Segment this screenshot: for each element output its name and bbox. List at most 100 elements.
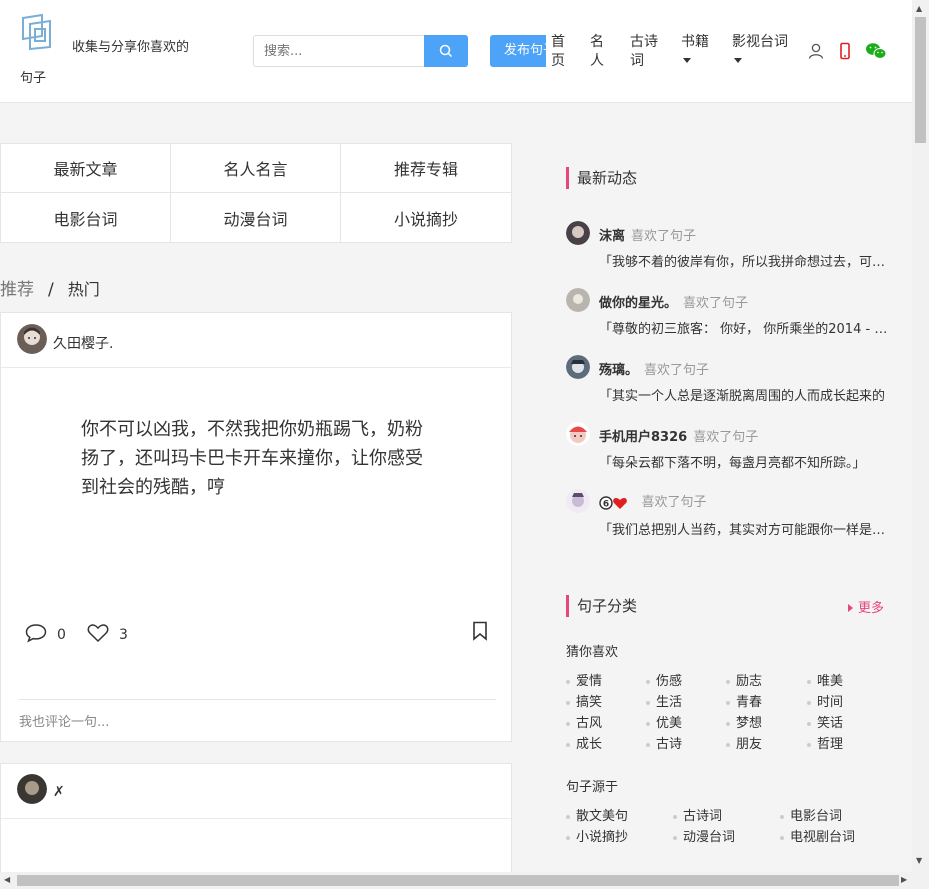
category-tag[interactable]: 笑话 bbox=[807, 712, 843, 731]
activity-quote[interactable]: 「尊敬的初三旅客： 你好， 你所乘坐的2014 - 2017 bbox=[599, 318, 889, 337]
activity-quote[interactable]: 「其实一个人总是逐渐脱离周围的人而成长起来的 bbox=[599, 385, 889, 404]
activity-user[interactable]: 殇璃。 bbox=[599, 363, 638, 378]
category-tag[interactable]: 朋友 bbox=[726, 733, 762, 752]
category-tag[interactable]: 爱情 bbox=[566, 670, 602, 689]
activity-quote[interactable]: 「我们总把别人当药，其实对方可能跟你一样是病人 bbox=[599, 519, 889, 538]
comment-input[interactable]: 我也评论一句... bbox=[19, 699, 496, 730]
category-tag[interactable]: 古风 bbox=[566, 712, 602, 731]
nav-home[interactable]: 首页 bbox=[551, 33, 567, 71]
search-button[interactable] bbox=[424, 35, 468, 67]
category-tag[interactable]: 励志 bbox=[726, 670, 762, 689]
category-tag[interactable]: 成长 bbox=[566, 733, 602, 752]
source-tag[interactable]: 古诗词 bbox=[673, 805, 722, 824]
activity-action: 喜欢了句子 bbox=[683, 296, 749, 311]
category-tag[interactable]: 优美 bbox=[646, 712, 682, 731]
more-label[interactable]: 更多 bbox=[858, 601, 884, 616]
avatar[interactable] bbox=[566, 288, 590, 312]
avatar[interactable] bbox=[17, 774, 47, 804]
latest-activity-title: 最新动态 bbox=[566, 167, 637, 189]
category-recommended-albums[interactable]: 推荐专辑 bbox=[341, 144, 511, 193]
scroll-up-arrow-icon[interactable]: ▲ bbox=[916, 4, 922, 13]
feed-tabs: 推荐 / 热门 bbox=[0, 275, 100, 300]
search-box bbox=[253, 35, 468, 67]
activity-user-name[interactable]: 6 喜欢了句子 bbox=[599, 491, 707, 511]
activity-action: 喜欢了句子 bbox=[631, 229, 697, 244]
source-tag[interactable]: 电影台词 bbox=[780, 805, 842, 824]
comment-count: 0 bbox=[57, 627, 66, 643]
activity-user[interactable]: 做你的星光。 bbox=[599, 296, 677, 311]
category-tag[interactable]: 搞笑 bbox=[566, 691, 602, 710]
search-icon bbox=[439, 44, 453, 58]
source-tag[interactable]: 小说摘抄 bbox=[566, 826, 628, 845]
scroll-right-arrow-icon[interactable]: ▶ bbox=[901, 875, 907, 884]
source-tag[interactable]: 电视剧台词 bbox=[780, 826, 855, 845]
like-count: 3 bbox=[119, 627, 128, 643]
sidebar: 最新动态 沫离喜欢了句子 「我够不着的彼岸有你，所以我拼命想过去，可以走的路 做… bbox=[545, 143, 912, 872]
nav-books[interactable]: 书籍 bbox=[681, 33, 713, 63]
activity-user-name[interactable]: 沫离 喜欢了句子 bbox=[599, 225, 696, 244]
source-tag[interactable]: 散文美句 bbox=[566, 805, 628, 824]
activity-quote[interactable]: 「我够不着的彼岸有你，所以我拼命想过去，可以走的路 bbox=[599, 251, 889, 270]
category-tag[interactable]: 梦想 bbox=[726, 712, 762, 731]
avatar[interactable] bbox=[566, 489, 590, 513]
card-author-name[interactable]: 久田樱子. bbox=[53, 333, 113, 353]
category-latest-articles[interactable]: 最新文章 bbox=[1, 144, 171, 193]
comment-icon[interactable] bbox=[25, 623, 47, 643]
bookmark-icon[interactable] bbox=[472, 621, 488, 641]
category-grid: 最新文章 名人名言 推荐专辑 电影台词 动漫台词 小说摘抄 bbox=[0, 143, 512, 243]
sentence-card: 久田樱子. 你不可以凶我，不然我把你奶瓶踢飞，奶粉扬了，还叫玛卡巴卡开车来撞你，… bbox=[0, 312, 512, 742]
vertical-scrollbar[interactable]: ▲ ▼ bbox=[912, 0, 929, 872]
category-movie-lines[interactable]: 电影台词 bbox=[1, 193, 171, 242]
horizontal-scroll-thumb[interactable] bbox=[17, 875, 899, 886]
svg-text:6: 6 bbox=[603, 499, 609, 509]
heart-icon[interactable] bbox=[87, 623, 109, 643]
category-famous-quotes[interactable]: 名人名言 bbox=[171, 144, 341, 193]
card-author-name[interactable]: ✗ bbox=[53, 784, 65, 800]
tab-separator: / bbox=[48, 280, 54, 300]
activity-user-name[interactable]: 殇璃。 喜欢了句子 bbox=[599, 359, 709, 378]
category-tag[interactable]: 青春 bbox=[726, 691, 762, 710]
sentence-text[interactable]: 你不可以凶我，不然我把你奶瓶踢飞，奶粉扬了，还叫玛卡巴卡开车来撞你，让你感受到社… bbox=[81, 415, 431, 502]
avatar[interactable] bbox=[17, 324, 47, 354]
activity-user-name[interactable]: 做你的星光。 喜欢了句子 bbox=[599, 292, 748, 311]
category-novel-excerpts[interactable]: 小说摘抄 bbox=[341, 193, 511, 242]
avatar[interactable] bbox=[566, 355, 590, 379]
avatar[interactable] bbox=[566, 221, 590, 245]
category-tag[interactable]: 伤感 bbox=[646, 670, 682, 689]
category-tag[interactable]: 古诗 bbox=[646, 733, 682, 752]
activity-user[interactable]: 手机用户8326 bbox=[599, 430, 687, 445]
avatar[interactable] bbox=[566, 422, 590, 446]
scroll-down-arrow-icon[interactable]: ▼ bbox=[916, 856, 922, 865]
nav-poetry[interactable]: 古诗词 bbox=[630, 33, 660, 71]
category-tag[interactable]: 哲理 bbox=[807, 733, 843, 752]
nav-movie-lines-label: 影视台词 bbox=[732, 34, 788, 50]
source-tag[interactable]: 动漫台词 bbox=[673, 826, 735, 845]
guess-you-like-title: 猜你喜欢 bbox=[566, 645, 619, 660]
category-tag[interactable]: 生活 bbox=[646, 691, 682, 710]
vertical-scroll-thumb[interactable] bbox=[915, 17, 926, 143]
activity-user[interactable]: 沫离 bbox=[599, 229, 625, 244]
more-categories-link[interactable]: 更多 bbox=[848, 597, 884, 616]
category-tag[interactable]: 唯美 bbox=[807, 670, 843, 689]
tab-recommend[interactable]: 推荐 bbox=[0, 280, 34, 300]
site-tagline: 收集与分享你喜欢的 bbox=[72, 40, 190, 55]
category-tag[interactable]: 时间 bbox=[807, 691, 843, 710]
user-icon[interactable] bbox=[807, 42, 825, 60]
mobile-phone-icon[interactable] bbox=[836, 42, 854, 60]
activity-action: 喜欢了句子 bbox=[644, 363, 710, 378]
horizontal-scrollbar[interactable]: ◀ ▶ bbox=[0, 872, 929, 889]
scroll-left-arrow-icon[interactable]: ◀ bbox=[4, 875, 10, 884]
publish-button[interactable]: 发布句子 bbox=[490, 35, 546, 67]
activity-user-name[interactable]: 手机用户8326 喜欢了句子 bbox=[599, 426, 758, 445]
search-input[interactable] bbox=[254, 36, 424, 66]
wechat-icon[interactable] bbox=[865, 42, 887, 60]
site-logo-icon[interactable] bbox=[20, 14, 54, 50]
tab-hot[interactable]: 热门 bbox=[68, 280, 100, 299]
nav-celebrities[interactable]: 名人 bbox=[590, 33, 606, 71]
nav-movie-lines[interactable]: 影视台词 bbox=[732, 33, 792, 63]
activity-quote[interactable]: 「每朵云都下落不明，每盏月亮都不知所踪。」 bbox=[599, 452, 889, 471]
card-header: 久田樱子. bbox=[1, 313, 511, 368]
user-emoji-name-icon[interactable]: 6 bbox=[599, 495, 631, 511]
category-anime-lines[interactable]: 动漫台词 bbox=[171, 193, 341, 242]
sentence-source-title: 句子源于 bbox=[566, 780, 619, 795]
